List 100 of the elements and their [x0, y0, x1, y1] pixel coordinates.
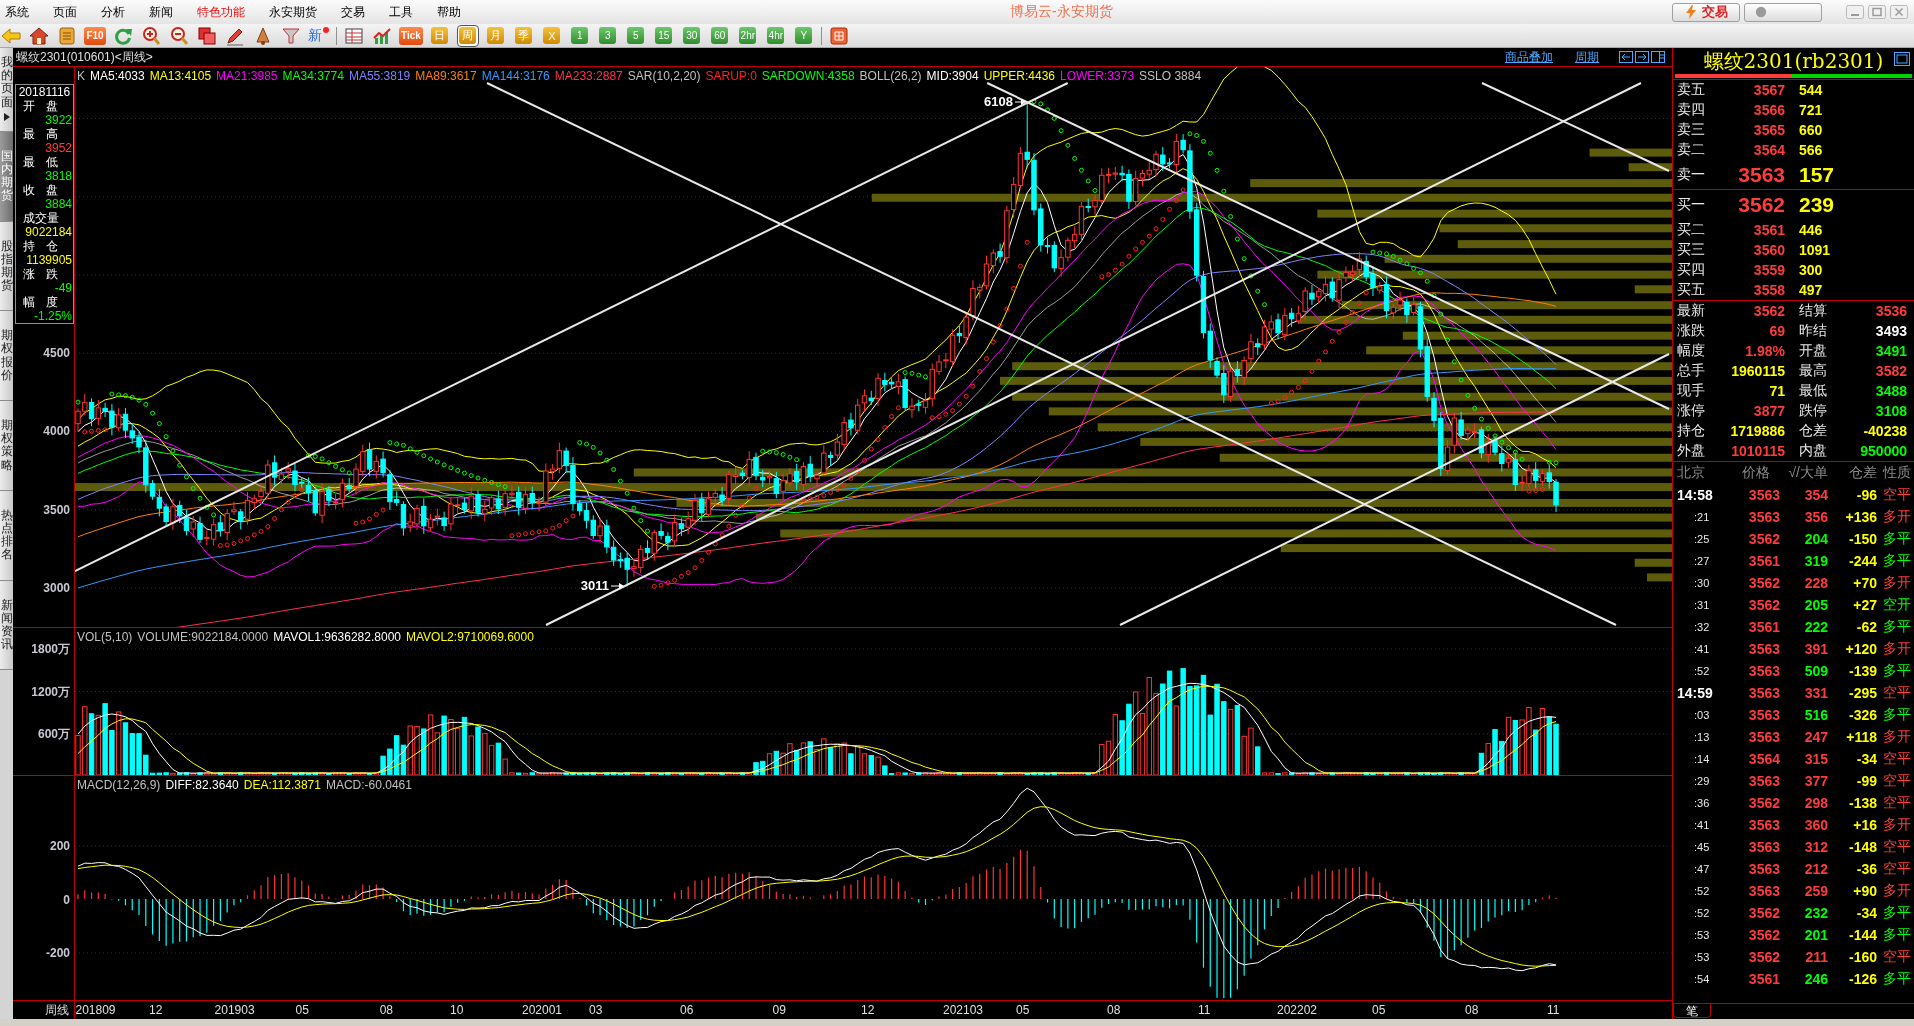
order-price: 3560 — [1752, 242, 1785, 258]
axis-title: 周线 — [45, 1001, 69, 1019]
trade-price: 3563 — [1747, 685, 1780, 701]
period-button[interactable]: 周 — [456, 24, 479, 47]
notification-dot-icon — [323, 26, 329, 33]
indicator-value: BOLL(26,2) — [859, 69, 922, 84]
indicator-value: VOL(5,10) — [77, 630, 133, 645]
menu-item[interactable]: 系统 — [0, 2, 41, 22]
trade-type: 多开 — [1882, 816, 1911, 834]
field-label: 最 高 — [22, 127, 60, 141]
axis-tick-label: 03 — [589, 1003, 603, 1017]
field-label: 成交量 — [22, 211, 60, 225]
period-button[interactable]: Y — [792, 24, 815, 47]
f10-button[interactable]: F10 — [84, 26, 106, 45]
period-button[interactable]: 月 — [484, 24, 507, 47]
period-button[interactable]: 1 — [568, 24, 591, 47]
back-arrow-icon[interactable] — [0, 25, 22, 46]
side-tab[interactable]: 期权报价 — [0, 311, 13, 401]
menu-item[interactable]: 帮助 — [425, 2, 473, 22]
indicator-value: MACD:-60.0461 — [325, 778, 412, 793]
trade-time: :14 — [1693, 753, 1711, 765]
trade-volume: 246 — [1803, 971, 1828, 987]
indicator-value: MA144:3176 — [481, 69, 550, 84]
field-value: 3952 — [44, 141, 72, 155]
menu-item[interactable]: 永安期货 — [257, 2, 329, 22]
position-change: -160 — [1847, 949, 1877, 965]
trade-volume: 356 — [1803, 509, 1828, 525]
trade-time: :41 — [1693, 819, 1711, 831]
trade-type: 空开 — [1882, 596, 1911, 614]
trade-price: 3563 — [1747, 883, 1780, 899]
position-change: -62 — [1855, 619, 1877, 635]
period-button[interactable]: 30 — [680, 24, 703, 47]
period-button[interactable]: 5 — [624, 24, 647, 47]
table-icon[interactable] — [343, 25, 365, 46]
trade-volume: 211 — [1804, 949, 1828, 965]
order-volume: 446 — [1799, 222, 1824, 238]
period-button[interactable]: 15 — [652, 24, 675, 47]
side-tab[interactable]: 国内期货 — [0, 131, 13, 222]
order-volume: 157 — [1799, 162, 1836, 187]
list-tab[interactable]: 笔 — [1673, 1004, 1711, 1018]
trade-type: 多平 — [1882, 904, 1911, 922]
period-button[interactable]: 60 — [708, 24, 731, 47]
menu-item[interactable]: 工具 — [377, 2, 425, 22]
period-button[interactable]: X — [540, 24, 563, 47]
trade-button[interactable]: 交易 — [1672, 2, 1740, 22]
quote-value: 1960115 — [1730, 363, 1785, 379]
menu-item[interactable]: 分析 — [89, 2, 137, 22]
quote-label: 涨跌 — [1677, 322, 1706, 340]
side-tab[interactable]: 股指期货 — [0, 221, 13, 312]
trade-type: 空平 — [1882, 684, 1911, 702]
period-button[interactable]: 3 — [596, 24, 619, 47]
chart-icon[interactable] — [371, 25, 393, 46]
chart-type-label: K — [77, 69, 85, 84]
chart-link[interactable]: 商品叠加 — [1505, 48, 1553, 66]
zoom-in-icon[interactable] — [140, 25, 162, 46]
menu-item[interactable]: 特色功能 — [185, 2, 257, 22]
right-arrow-icon[interactable] — [1635, 51, 1649, 63]
news-button[interactable]: 新 — [308, 25, 330, 46]
trade-volume: 247 — [1803, 729, 1828, 745]
period-button[interactable]: 4hr — [764, 24, 787, 47]
menu-item[interactable]: 交易 — [329, 2, 377, 22]
trade-volume: 205 — [1803, 597, 1828, 613]
order-level-label: 卖五 — [1677, 81, 1706, 99]
field-label: 收 盘 — [22, 183, 60, 197]
period-button[interactable]: 2hr — [736, 24, 759, 47]
menu-item[interactable]: 新闻 — [137, 2, 185, 22]
zoom-out-icon[interactable] — [168, 25, 190, 46]
order-level-label: 买三 — [1677, 241, 1706, 259]
quote-value: 1719886 — [1729, 423, 1785, 439]
trade-price: 3563 — [1747, 509, 1780, 525]
trade-volume: 315 — [1803, 751, 1828, 767]
chart-link[interactable]: 周期 — [1575, 48, 1599, 66]
position-change: -34 — [1855, 905, 1877, 921]
minimize-icon[interactable] — [1846, 5, 1864, 19]
menu-item[interactable]: 页面 — [41, 2, 89, 22]
indicator-value: MA21:3985 — [216, 69, 278, 84]
position-change: -138 — [1847, 795, 1877, 811]
field-value: 9022184 — [24, 225, 72, 239]
notebook-icon[interactable] — [56, 25, 78, 46]
title-bar-button[interactable] — [1744, 2, 1822, 22]
panel-icon[interactable] — [1651, 51, 1665, 63]
quote-value: 69 — [1768, 323, 1785, 339]
axis-tick-label: 12 — [149, 1003, 163, 1017]
axis-tick-label: 08 — [1107, 1003, 1121, 1017]
maximize-icon[interactable] — [1868, 5, 1886, 19]
side-tab[interactable]: 期权策略 — [0, 401, 13, 491]
side-tab[interactable]: 新闻资讯 — [0, 580, 13, 671]
column-header: 价格 — [1741, 464, 1771, 482]
trade-price: 3563 — [1747, 707, 1780, 723]
window-icon[interactable] — [1894, 52, 1910, 66]
side-tab[interactable]: 热点排名 — [0, 490, 13, 581]
axis-tick-label: 202202 — [1277, 1003, 1318, 1017]
left-arrow-icon[interactable] — [1619, 51, 1633, 63]
home-icon[interactable] — [28, 25, 50, 46]
overlapping-squares-icon[interactable] — [196, 25, 218, 46]
tick-button[interactable]: Tick — [399, 26, 423, 45]
close-icon[interactable] — [1890, 5, 1908, 19]
trade-volume: 312 — [1803, 839, 1828, 855]
grid-icon[interactable] — [827, 25, 850, 46]
side-tab[interactable]: 我的页面 — [0, 48, 13, 132]
